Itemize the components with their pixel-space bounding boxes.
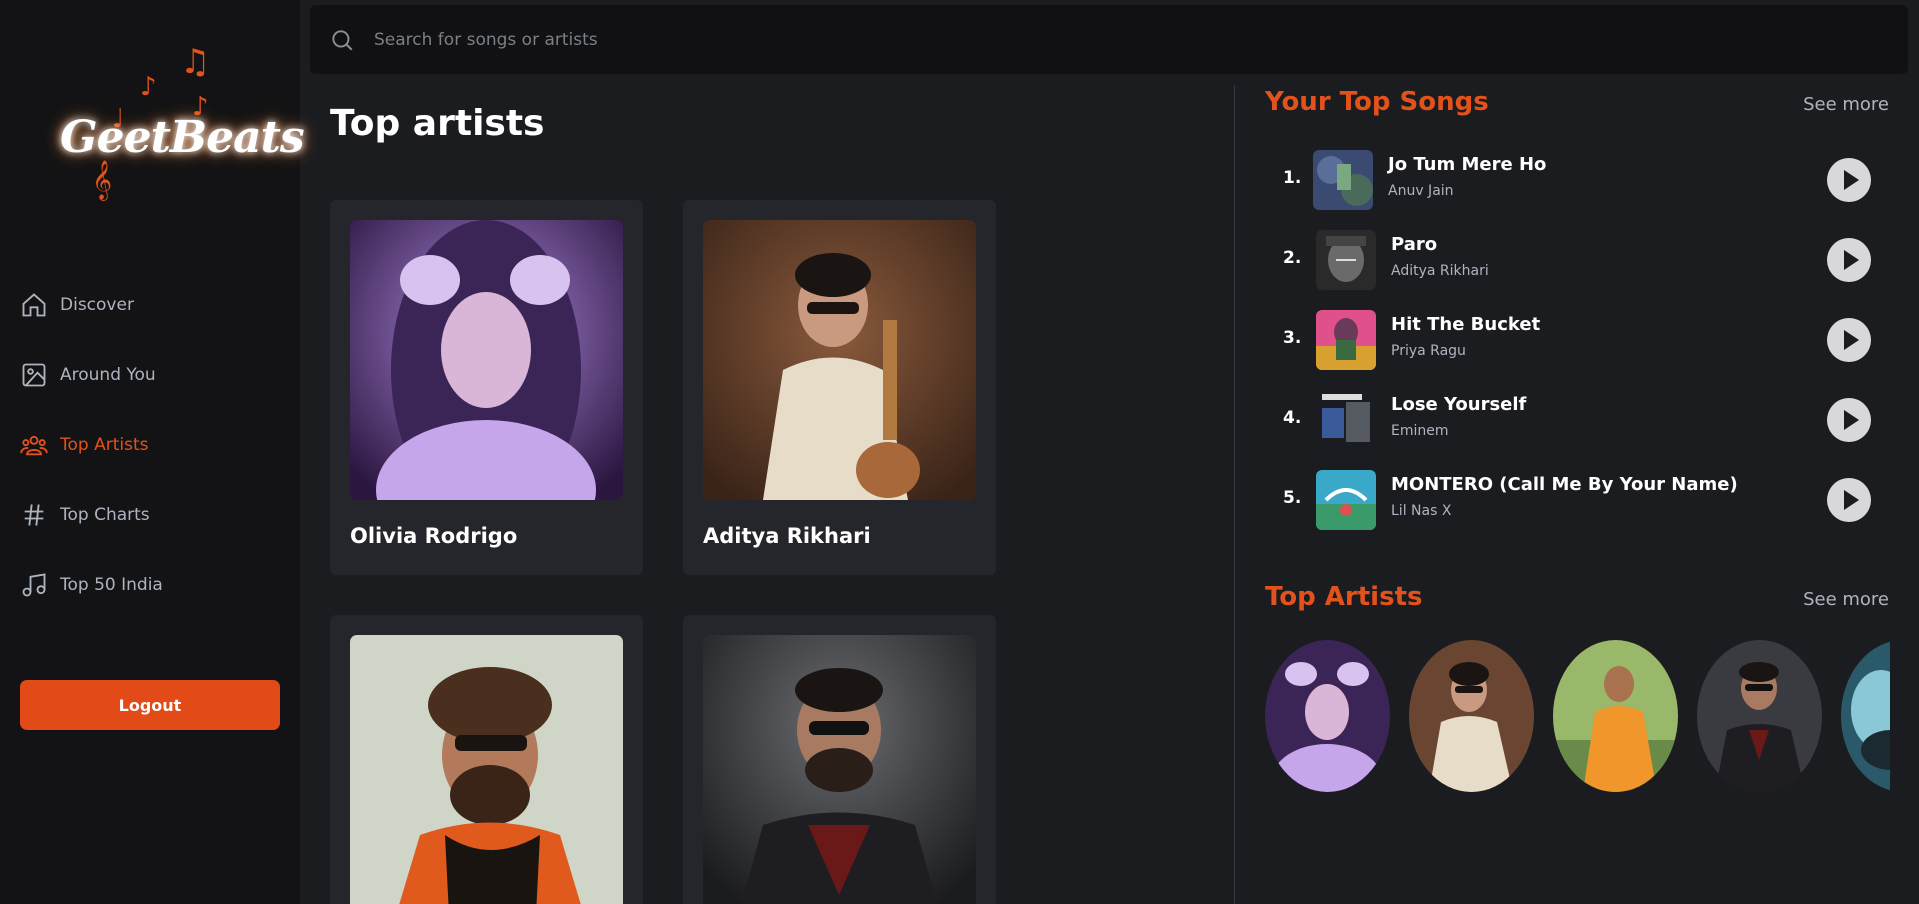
song-rank: 2. xyxy=(1283,248,1302,268)
sidebar-item-label: Top 50 India xyxy=(60,575,163,595)
sidebar: ♫ ♪ ♪ ♩ 𝄞 GeetBeats Discover Around You xyxy=(0,0,305,904)
artist-card[interactable]: Olivia Rodrigo xyxy=(330,200,643,575)
music-note-icon: ♪ xyxy=(140,72,157,102)
song-rank: 3. xyxy=(1283,328,1302,348)
song-artist: Lil Nas X xyxy=(1391,503,1452,519)
sidebar-item-top-charts[interactable]: Top Charts xyxy=(20,495,163,535)
divider xyxy=(1234,85,1235,904)
search-icon xyxy=(332,29,353,50)
play-icon xyxy=(1844,490,1859,510)
song-title: MONTERO (Call Me By Your Name) xyxy=(1391,474,1738,495)
play-icon xyxy=(1844,250,1859,270)
sidebar-nav: Discover Around You Top Artists Top Char… xyxy=(20,285,163,635)
song-row[interactable]: 1. Jo Tum Mere Ho Anuv Jain xyxy=(1265,150,1885,210)
sidebar-item-label: Discover xyxy=(60,295,134,315)
image-icon xyxy=(22,363,46,387)
artist-avatar[interactable] xyxy=(1409,640,1534,792)
play-button[interactable] xyxy=(1827,398,1871,442)
sidebar-item-around-you[interactable]: Around You xyxy=(20,355,163,395)
song-row[interactable]: 3. Hit The Bucket Priya Ragu xyxy=(1265,310,1885,370)
play-icon xyxy=(1844,330,1859,350)
sidebar-item-label: Top Charts xyxy=(60,505,150,525)
artist-avatar[interactable] xyxy=(1697,640,1822,792)
app-root: ♫ ♪ ♪ ♩ 𝄞 GeetBeats Discover Around You xyxy=(0,0,1919,904)
song-title: Paro xyxy=(1391,234,1438,255)
song-artwork xyxy=(1316,310,1376,370)
song-rank: 4. xyxy=(1283,408,1302,428)
music-note-icon xyxy=(22,573,46,597)
treble-clef-icon: 𝄞 xyxy=(92,160,113,200)
sidebar-item-discover[interactable]: Discover xyxy=(20,285,163,325)
artist-name: Aditya Rikhari xyxy=(703,524,871,548)
song-artist: Anuv Jain xyxy=(1388,183,1454,199)
artist-card[interactable] xyxy=(683,615,996,904)
song-artwork xyxy=(1313,150,1373,210)
search-bar[interactable] xyxy=(310,5,1908,74)
song-rank: 1. xyxy=(1283,168,1302,188)
sidebar-item-label: Top Artists xyxy=(60,435,149,455)
play-button[interactable] xyxy=(1827,158,1871,202)
artist-photo xyxy=(703,635,976,904)
sidebar-item-top-50-india[interactable]: Top 50 India xyxy=(20,565,163,605)
top-songs-title: Your Top Songs xyxy=(1265,87,1489,117)
artist-avatar[interactable] xyxy=(1553,640,1678,792)
song-title: Lose Yourself xyxy=(1391,394,1527,415)
home-icon xyxy=(22,293,46,317)
song-artwork xyxy=(1316,470,1376,530)
song-title: Hit The Bucket xyxy=(1391,314,1541,335)
play-icon xyxy=(1844,170,1859,190)
music-note-icon: ♫ xyxy=(180,42,211,82)
song-artist: Priya Ragu xyxy=(1391,343,1466,359)
artist-photo xyxy=(350,635,623,904)
artist-card[interactable]: Aditya Rikhari xyxy=(683,200,996,575)
play-button[interactable] xyxy=(1827,238,1871,282)
song-rank: 5. xyxy=(1283,488,1302,508)
sidebar-item-top-artists[interactable]: Top Artists xyxy=(20,425,163,465)
play-icon xyxy=(1844,410,1859,430)
search-input[interactable] xyxy=(374,29,1774,50)
play-button[interactable] xyxy=(1827,478,1871,522)
song-row[interactable]: 4. Lose Yourself Eminem xyxy=(1265,390,1885,450)
song-artwork xyxy=(1316,230,1376,290)
song-row[interactable]: 5. MONTERO (Call Me By Your Name) Lil Na… xyxy=(1265,470,1885,530)
hash-icon xyxy=(24,504,44,526)
song-artwork xyxy=(1316,390,1376,450)
top-artists-carousel[interactable] xyxy=(1265,640,1890,792)
logo-text: GeetBeats xyxy=(60,112,305,163)
logout-button[interactable]: Logout xyxy=(20,680,280,730)
song-title: Jo Tum Mere Ho xyxy=(1388,154,1547,175)
song-row[interactable]: 2. Paro Aditya Rikhari xyxy=(1265,230,1885,290)
artist-avatar[interactable] xyxy=(1841,640,1890,792)
song-artist: Eminem xyxy=(1391,423,1449,439)
artist-photo xyxy=(703,220,976,500)
artist-name: Olivia Rodrigo xyxy=(350,524,518,548)
artist-card[interactable] xyxy=(330,615,643,904)
song-artist: Aditya Rikhari xyxy=(1391,263,1489,279)
users-icon xyxy=(20,435,48,456)
artist-photo xyxy=(350,220,623,500)
top-artists-title: Top Artists xyxy=(1265,582,1423,612)
see-more-artists-link[interactable]: See more xyxy=(1803,589,1889,610)
artist-avatar[interactable] xyxy=(1265,640,1390,792)
see-more-songs-link[interactable]: See more xyxy=(1803,94,1889,115)
sidebar-item-label: Around You xyxy=(60,365,156,385)
play-button[interactable] xyxy=(1827,318,1871,362)
page-title: Top artists xyxy=(330,103,545,144)
logo[interactable]: ♫ ♪ ♪ ♩ 𝄞 GeetBeats xyxy=(52,42,305,202)
